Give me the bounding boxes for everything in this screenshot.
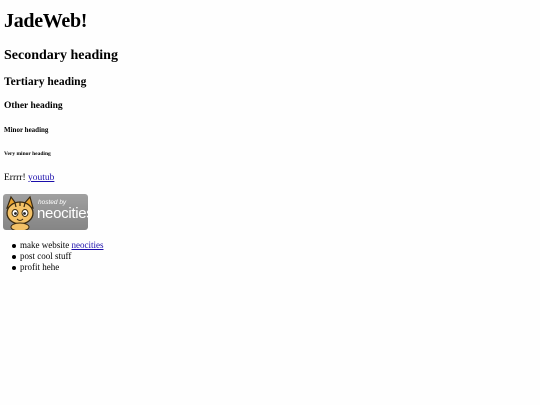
main-heading: JadeWeb!	[4, 10, 88, 32]
neocities-badge[interactable]: hosted by neocities	[3, 194, 88, 230]
other-heading: Other heading	[4, 101, 63, 111]
list-item: make website neocities	[0, 240, 103, 251]
list-item-text: post cool stuff	[20, 251, 72, 261]
neocities-cat-icon	[6, 195, 34, 230]
neocities-link[interactable]: neocities	[71, 240, 103, 250]
list-item: profit hehe	[0, 262, 103, 273]
intro-paragraph: Errrr! youtub	[4, 173, 54, 183]
todo-list: make website neocities post cool stuff p…	[0, 240, 103, 273]
page: JadeWeb! Secondary heading Tertiary head…	[0, 0, 540, 405]
tertiary-heading: Tertiary heading	[4, 76, 87, 88]
youtube-link[interactable]: youtub	[28, 173, 54, 183]
minor-heading: Minor heading	[4, 126, 49, 134]
list-item: post cool stuff	[0, 251, 103, 262]
list-item-text: profit hehe	[20, 262, 60, 272]
intro-text: Errrr!	[4, 173, 26, 183]
badge-neocities: neocities	[37, 205, 88, 222]
secondary-heading: Secondary heading	[4, 48, 118, 63]
very-minor-heading: Very minor heading	[4, 151, 51, 157]
list-item-text: make website	[20, 240, 70, 250]
